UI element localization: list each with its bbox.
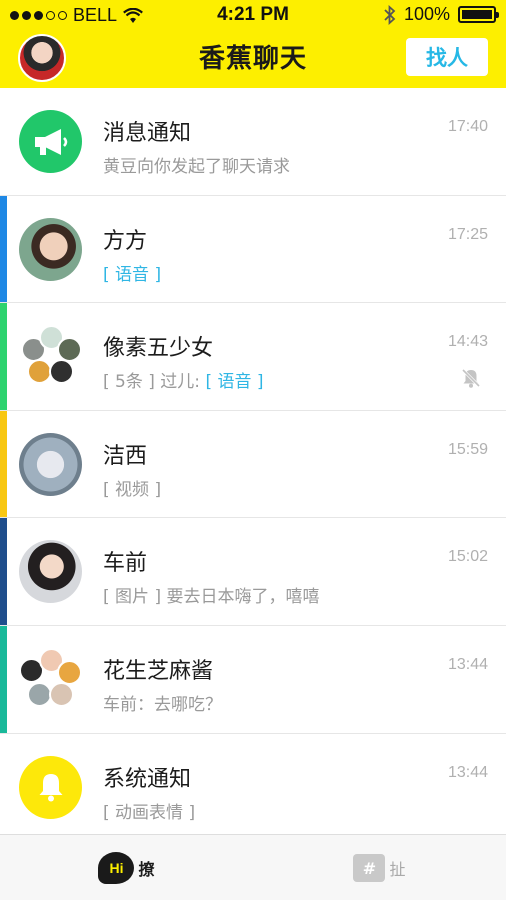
- bell-icon: [19, 755, 82, 819]
- chat-row[interactable]: 方方 [ 语音 ] 17:25: [0, 195, 506, 304]
- battery-percent: 100%: [403, 4, 450, 24]
- chat-time: 15:02: [447, 548, 488, 566]
- tab-label: 撩: [138, 860, 155, 879]
- group-avatar: [19, 647, 82, 711]
- chat-row[interactable]: 系统通知 [ 动画表情 ] 13:44: [0, 733, 506, 834]
- chat-row[interactable]: 消息通知 黄豆向你发起了聊天请求 17:40: [0, 88, 506, 196]
- status-bar: BELL 4:21 PM 100%: [0, 0, 506, 30]
- chat-time: 15:59: [447, 440, 488, 458]
- voice-tag: [ 语音 ]: [103, 264, 162, 285]
- chat-name: 系统通知: [103, 766, 192, 792]
- tab-bar: Hi 撩 # 扯: [0, 834, 506, 900]
- avatar: [19, 540, 82, 604]
- avatar: [19, 432, 82, 496]
- chat-name: 像素五少女: [103, 336, 214, 362]
- tab-label: 扯: [389, 860, 406, 879]
- avatar: [19, 217, 82, 281]
- chat-name: 洁西: [103, 443, 148, 469]
- bluetooth-icon: [384, 4, 396, 25]
- tab-chat[interactable]: Hi 撩: [0, 835, 253, 900]
- chat-row[interactable]: 车前 [ 图片 ] 要去日本嗨了，嘻嘻 15:02: [0, 518, 506, 626]
- preview-prefix: [ 5条 ] 过儿:: [103, 372, 206, 393]
- chat-time: 17:25: [447, 225, 488, 243]
- chat-time: 13:44: [447, 763, 488, 781]
- header: 香蕉聊天 找人: [0, 30, 506, 88]
- chat-time: 13:44: [447, 655, 488, 673]
- unread-stripe: [0, 303, 7, 410]
- battery-icon: [458, 6, 499, 23]
- unread-stripe: [0, 195, 7, 303]
- chat-preview: [ 语音 ]: [103, 260, 161, 285]
- chat-preview: 车前：去哪吃？: [103, 694, 222, 715]
- chat-name: 方方: [103, 228, 148, 254]
- group-avatar: [19, 325, 82, 388]
- chat-name: 消息通知: [103, 121, 192, 146]
- chat-preview: [ 视频 ]: [103, 479, 162, 500]
- chat-time: 17:40: [447, 118, 488, 135]
- chat-preview: [ 图片 ] 要去日本嗨了，嘻嘻: [103, 587, 320, 608]
- megaphone-icon: [19, 110, 82, 173]
- unread-stripe: [0, 625, 7, 733]
- chat-preview: 黄豆向你发起了聊天请求: [103, 157, 290, 177]
- chat-list: 消息通知 黄豆向你发起了聊天请求 17:40 方方 [ 语音 ] 17:25 像…: [0, 88, 506, 834]
- hashtag-icon: #: [353, 854, 386, 882]
- unread-stripe: [0, 410, 7, 518]
- chat-row[interactable]: 洁西 [ 视频 ] 15:59: [0, 410, 506, 519]
- mute-bell-icon: [461, 369, 481, 388]
- chat-name: 车前: [103, 551, 148, 577]
- status-right: 100%: [384, 4, 499, 25]
- unread-stripe: [0, 518, 7, 625]
- chat-row[interactable]: 像素五少女 [ 5条 ] 过儿: [ 语音 ] 14:43: [0, 303, 506, 411]
- voice-tag: [ 语音 ]: [205, 372, 264, 393]
- hi-icon: Hi: [98, 852, 135, 884]
- find-people-button[interactable]: 找人: [406, 38, 488, 76]
- chat-time: 14:43: [447, 333, 488, 351]
- chat-preview: [ 5条 ] 过儿: [ 语音 ]: [103, 367, 264, 392]
- chat-preview: [ 动画表情 ]: [103, 802, 196, 823]
- chat-name: 花生芝麻酱: [103, 658, 214, 684]
- chat-row[interactable]: 花生芝麻酱 车前：去哪吃？ 13:44: [0, 625, 506, 734]
- tab-topics[interactable]: # 扯: [253, 835, 506, 900]
